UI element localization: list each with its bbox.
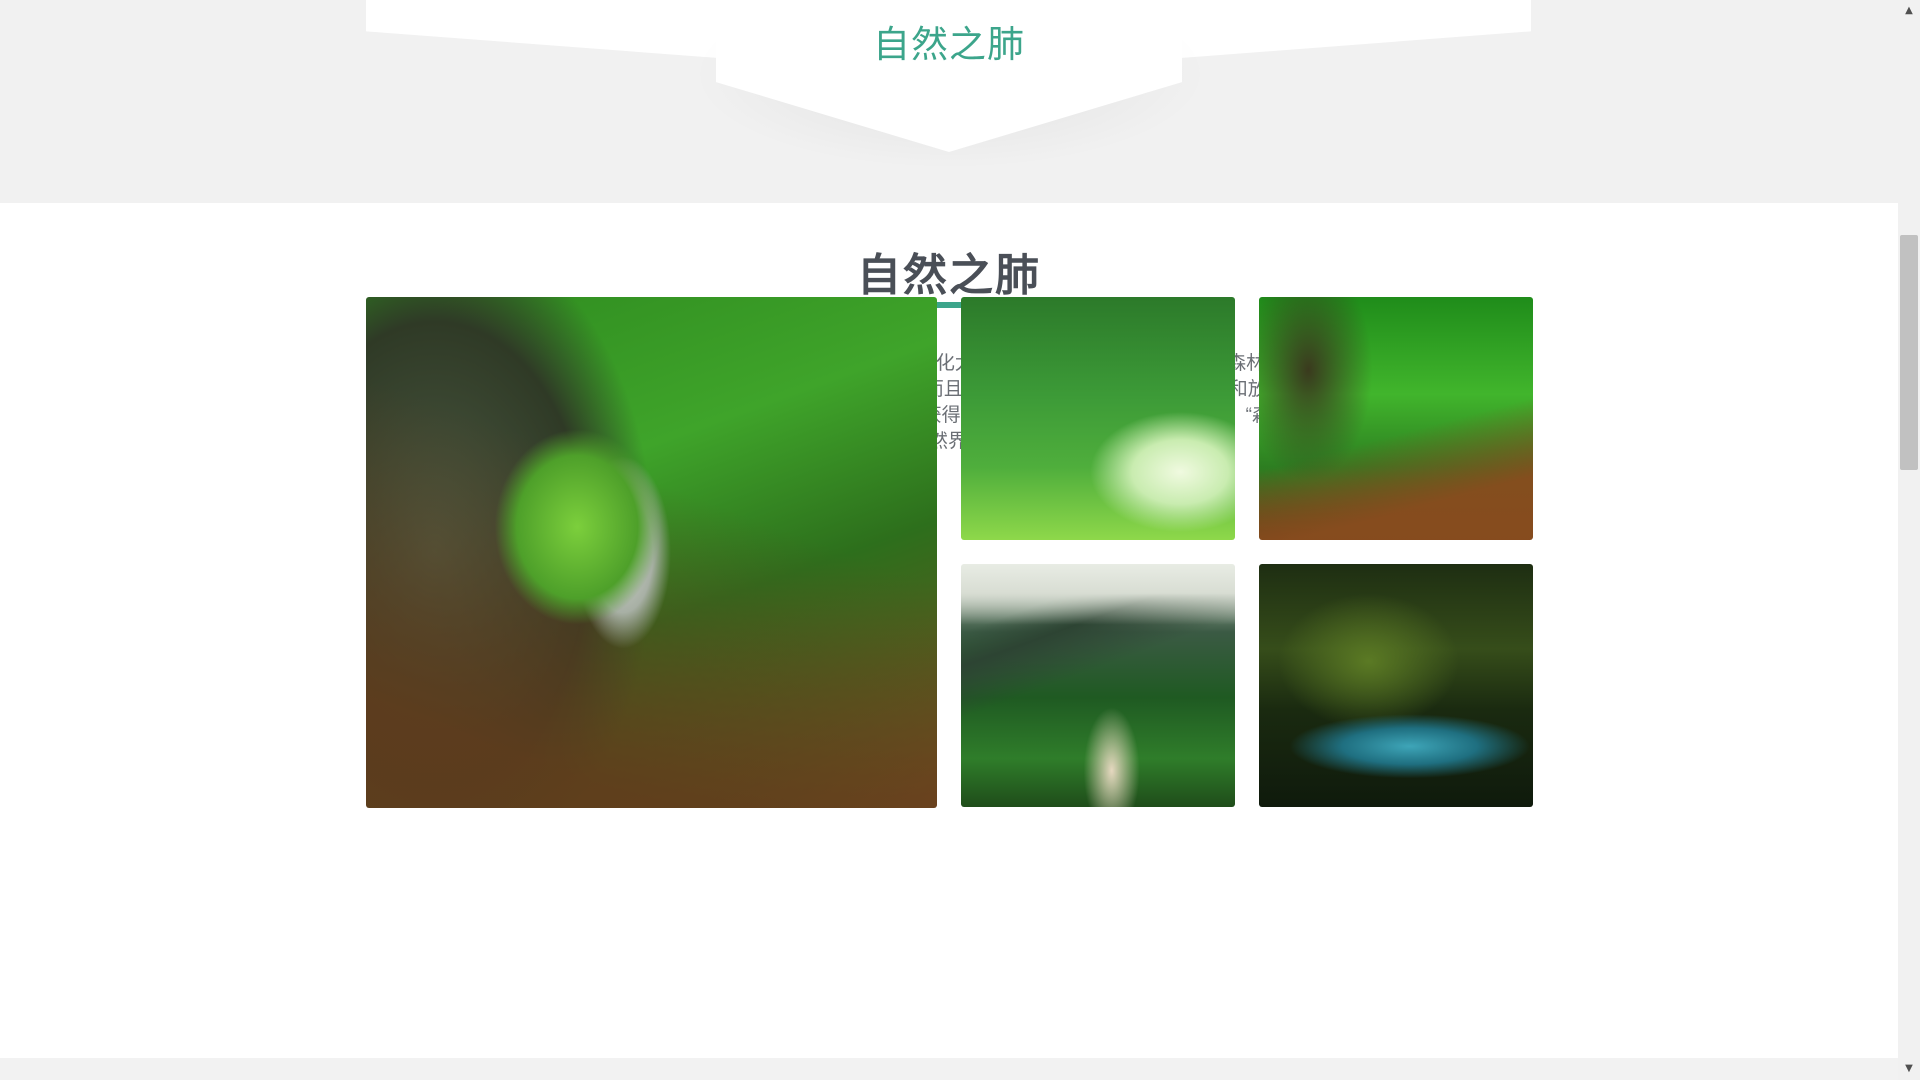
top-banner: 自然之肺	[0, 0, 1898, 203]
footer-strip	[0, 1058, 1898, 1080]
forest-rock-arch-photo[interactable]	[366, 297, 937, 808]
scroll-down-icon[interactable]: ▼	[1898, 1060, 1920, 1078]
banner-title: 自然之肺	[873, 23, 1025, 66]
nature-lung-section: 自然之肺 自然之肺——森林。通过绿色植物的光合作用，不但能转化太阳能而形成各种各…	[0, 203, 1898, 1058]
tree-avenue-photo[interactable]	[961, 297, 1235, 540]
section-title: 自然之肺	[857, 250, 1041, 301]
forest-river-photo[interactable]	[1259, 564, 1533, 807]
scroll-up-icon[interactable]: ▲	[1898, 2, 1920, 20]
banner-wing-right	[1181, 0, 1531, 58]
mountain-valley-photo[interactable]	[961, 564, 1235, 807]
vertical-scrollbar[interactable]	[1898, 0, 1920, 1080]
banner-wing-left	[366, 0, 718, 58]
forest-path-photo[interactable]	[1259, 297, 1533, 540]
scrollbar-thumb[interactable]	[1900, 235, 1918, 470]
